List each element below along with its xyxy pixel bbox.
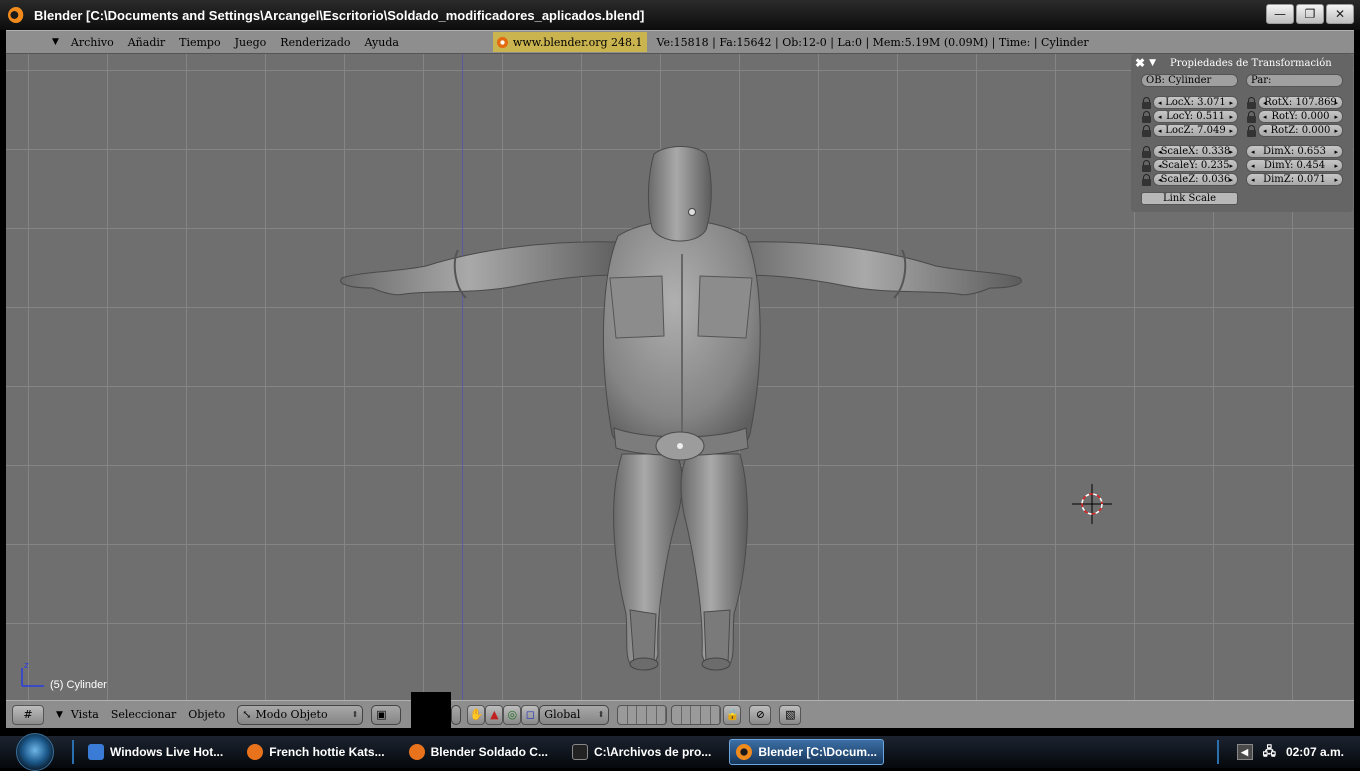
- hand-icon[interactable]: ✋: [467, 704, 486, 725]
- view3d-header: # ▼ Vista Seleccionar Objeto ⤡ Modo Obje…: [6, 691, 1354, 728]
- blender-url-badge[interactable]: www.blender.org 248.1: [492, 32, 647, 52]
- firefox-icon: [408, 744, 425, 760]
- menu-archivo[interactable]: Archivo: [71, 36, 114, 49]
- header-collapse-icon[interactable]: ▼: [52, 37, 59, 47]
- tray-separator: [1216, 740, 1219, 764]
- info-header: ▼ Archivo Añadir Tiempo Juego Renderizad…: [6, 30, 1354, 54]
- draw-type-select[interactable]: ▣: [371, 704, 402, 725]
- color-swatch: [411, 691, 452, 728]
- rotx-field[interactable]: ◂ RotX: 107.869 ▸: [1258, 96, 1343, 109]
- dimz-field[interactable]: ◂ DimZ: 0.071 ▸: [1246, 173, 1343, 186]
- scalex-field[interactable]: ◂ ScaleX: 0.338 ▸: [1153, 145, 1238, 158]
- blender-icon: [8, 7, 24, 23]
- mode-select[interactable]: ⤡ Modo Objeto ⇕: [237, 704, 364, 725]
- layer-buttons-1[interactable]: [617, 704, 668, 725]
- object-mode-icon: ⤡: [242, 708, 252, 721]
- panel-header: ✖ ▼ Propiedades de Transformación: [1135, 56, 1332, 70]
- document-icon: [88, 744, 104, 760]
- task-blender[interactable]: Blender [C:\Docum...: [729, 739, 884, 765]
- roty-field[interactable]: ◂ RotY: 0.000 ▸: [1258, 110, 1343, 123]
- menu-ayuda[interactable]: Ayuda: [365, 36, 399, 49]
- scene-stats: Ve:15818 | Fa:15642 | Ob:12-0 | La:0 | M…: [656, 35, 1089, 49]
- rotate-manipulator-icon[interactable]: ◎: [503, 704, 522, 725]
- network-icon[interactable]: 🖧: [1263, 742, 1276, 763]
- orientation-select[interactable]: Global ⇕: [539, 704, 610, 725]
- grid-icon: #: [23, 708, 33, 721]
- menu-anadir[interactable]: Añadir: [128, 36, 165, 49]
- menu-tiempo[interactable]: Tiempo: [179, 36, 220, 49]
- lock-locy-icon[interactable]: [1142, 111, 1151, 123]
- locx-field[interactable]: ◂ LocX: 3.071 ▸: [1153, 96, 1238, 109]
- transform-properties-panel: ✖ ▼ Propiedades de Transformación OB: Cy…: [1131, 54, 1353, 212]
- locy-field[interactable]: ◂ LocY: 0.511 ▸: [1153, 110, 1238, 123]
- panel-title: Propiedades de Transformación: [1169, 57, 1332, 69]
- link-scale-button[interactable]: Link Scale: [1141, 192, 1238, 205]
- cmd-icon: [571, 744, 588, 760]
- 3d-cursor-icon[interactable]: [1072, 484, 1112, 524]
- object-name-field[interactable]: OB: Cylinder: [1141, 74, 1238, 87]
- lock-roty-icon[interactable]: [1247, 111, 1256, 123]
- lock-locx-icon[interactable]: [1142, 97, 1151, 109]
- render-image-icon[interactable]: ▧: [779, 704, 802, 725]
- axis-gizmo-icon: z: [21, 661, 44, 687]
- header-collapse-icon[interactable]: ▼: [56, 710, 63, 720]
- task-windows-live[interactable]: Windows Live Hot...: [82, 739, 229, 765]
- editor-type-button[interactable]: #: [12, 704, 44, 725]
- menu-objeto[interactable]: Objeto: [188, 708, 225, 721]
- window-controls: — ❐ ✕: [1266, 4, 1354, 24]
- collapse-panel-icon[interactable]: ▼: [1149, 58, 1156, 68]
- blender-icon: [736, 744, 753, 760]
- tray-expand-icon[interactable]: ◀: [1236, 744, 1253, 760]
- blender-logo-icon: [496, 36, 508, 48]
- select-arrows-icon: ⇕: [351, 710, 359, 719]
- locz-field[interactable]: ◂ LocZ: 7.049 ▸: [1153, 124, 1238, 137]
- lock-scalez-icon[interactable]: [1142, 174, 1151, 186]
- system-tray: ◀ 🖧 02:07 a.m.: [1209, 736, 1360, 768]
- dimx-field[interactable]: ◂ DimX: 0.653 ▸: [1246, 145, 1343, 158]
- minimize-button[interactable]: —: [1266, 4, 1294, 24]
- menu-renderizado[interactable]: Renderizado: [280, 36, 350, 49]
- task-firefox-2[interactable]: Blender Soldado C...: [403, 739, 554, 765]
- select-arrows-icon: ⇕: [597, 710, 605, 719]
- os-taskbar: Windows Live Hot... French hottie Kats..…: [0, 733, 1360, 771]
- close-button[interactable]: ✕: [1326, 4, 1354, 24]
- shading-select[interactable]: [451, 704, 462, 725]
- menu-vista[interactable]: Vista: [71, 708, 99, 721]
- task-cmd[interactable]: C:\Archivos de pro...: [566, 739, 717, 765]
- clock[interactable]: 02:07 a.m.: [1286, 745, 1344, 759]
- task-firefox-1[interactable]: French hottie Kats...: [241, 739, 390, 765]
- dimy-field[interactable]: ◂ DimY: 0.454 ▸: [1246, 159, 1343, 172]
- start-button[interactable]: [16, 733, 54, 771]
- lock-locz-icon[interactable]: [1142, 125, 1151, 137]
- taskbar-separator: [72, 740, 74, 764]
- occlude-icon[interactable]: ⊘: [749, 704, 772, 725]
- window-titlebar: Blender [C:\Documents and Settings\Arcan…: [0, 0, 1360, 30]
- lock-rotz-icon[interactable]: [1247, 125, 1256, 137]
- lock-scaley-icon[interactable]: [1142, 160, 1151, 172]
- menu-seleccionar[interactable]: Seleccionar: [111, 708, 176, 721]
- axis-z-label: z: [24, 661, 29, 671]
- rotz-field[interactable]: ◂ RotZ: 0.000 ▸: [1258, 124, 1343, 137]
- lock-rotx-icon[interactable]: [1247, 97, 1256, 109]
- close-panel-icon[interactable]: ✖: [1135, 56, 1145, 70]
- lock-scalex-icon[interactable]: [1142, 146, 1151, 158]
- cube-icon: ▣: [376, 708, 387, 721]
- firefox-icon: [247, 744, 264, 760]
- parent-field[interactable]: Par:: [1246, 74, 1343, 87]
- lock-icon[interactable]: 🔒: [723, 704, 742, 725]
- active-object-label: (5) Cylinder: [50, 679, 107, 691]
- window-title: Blender [C:\Documents and Settings\Arcan…: [34, 7, 645, 23]
- scale-manipulator-icon[interactable]: ◻: [521, 704, 540, 725]
- scaley-field[interactable]: ◂ ScaleY: 0.235 ▸: [1153, 159, 1238, 172]
- translate-manipulator-icon[interactable]: ▲: [485, 704, 504, 725]
- menu-juego[interactable]: Juego: [235, 36, 267, 49]
- maximize-button[interactable]: ❐: [1296, 4, 1324, 24]
- url-text: www.blender.org 248.1: [512, 35, 643, 49]
- scalez-field[interactable]: ◂ ScaleZ: 0.036 ▸: [1153, 173, 1238, 186]
- layer-buttons-2[interactable]: [671, 704, 722, 725]
